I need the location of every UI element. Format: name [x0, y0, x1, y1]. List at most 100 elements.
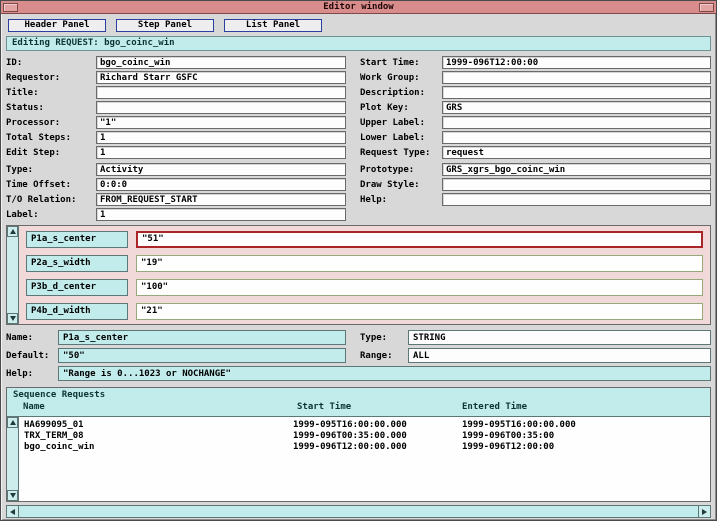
draw-style-label: Draw Style:: [360, 180, 442, 190]
status-field[interactable]: [96, 101, 346, 114]
param-name-p1a[interactable]: P1a_s_center: [26, 231, 128, 248]
step-panel-button[interactable]: Step Panel: [116, 19, 214, 32]
request-form: ID: Requestor: Title: Status: Processor:: [6, 56, 711, 159]
form-row-processor: Processor:: [6, 116, 346, 129]
step-form: Type: Time Offset: T/O Relation: Label:: [6, 163, 711, 221]
form-row-prototype: Prototype:: [360, 163, 711, 176]
title-field[interactable]: [96, 86, 346, 99]
parameter-list-panel: P1a_s_center P2a_s_width P3b_d_center P4…: [6, 225, 711, 325]
scroll-down-icon[interactable]: [7, 490, 18, 501]
form-row-work-group: Work Group:: [360, 71, 711, 84]
title-label: Title:: [6, 88, 96, 98]
form-row-id: ID:: [6, 56, 346, 69]
detail-help-field[interactable]: [58, 366, 711, 381]
form-row-type: Type:: [6, 163, 346, 176]
horizontal-scrollbar[interactable]: [6, 505, 711, 518]
detail-default-field[interactable]: [58, 348, 346, 363]
editing-status-bar: Editing REQUEST: bgo_coinc_win: [6, 36, 711, 51]
draw-style-field[interactable]: [442, 178, 711, 191]
edit-step-field[interactable]: [96, 146, 346, 159]
scroll-up-icon[interactable]: [7, 226, 18, 237]
help-field[interactable]: [442, 193, 711, 206]
to-relation-field[interactable]: [96, 193, 346, 206]
sequence-requests-header: Sequence Requests Name Start Time Entere…: [7, 388, 710, 417]
scroll-down-icon[interactable]: [7, 313, 18, 324]
editor-window: Editor window Header Panel Step Panel Li…: [0, 0, 717, 521]
request-type-label: Request Type:: [360, 148, 442, 158]
step-form-left: Type: Time Offset: T/O Relation: Label:: [6, 163, 346, 221]
form-row-start-time: Start Time:: [360, 56, 711, 69]
requestor-field[interactable]: [96, 71, 346, 84]
param-value-p1a[interactable]: [136, 231, 703, 248]
sequence-start-time: 1999-095T16:00:00.000: [293, 420, 462, 431]
label-label: Label:: [6, 210, 96, 220]
sequence-requests-body: HA699095_01 1999-095T16:00:00.000 1999-0…: [7, 417, 710, 501]
form-row-edit-step: Edit Step:: [6, 146, 346, 159]
type-label: Type:: [6, 165, 96, 175]
work-group-field[interactable]: [442, 71, 711, 84]
time-offset-field[interactable]: [96, 178, 346, 191]
sequence-start-time: 1999-096T12:00:00.000: [293, 442, 462, 453]
id-field[interactable]: [96, 56, 346, 69]
scroll-right-icon[interactable]: [698, 506, 710, 517]
param-row: P4b_d_width: [26, 302, 703, 320]
total-steps-field[interactable]: [96, 131, 346, 144]
form-row-requestor: Requestor:: [6, 71, 346, 84]
scroll-up-icon[interactable]: [7, 417, 18, 428]
scrollbar-track[interactable]: [7, 428, 18, 490]
detail-type-field[interactable]: [408, 330, 711, 345]
param-name-p3b[interactable]: P3b_d_center: [26, 279, 128, 296]
form-row-plot-key: Plot Key:: [360, 101, 711, 114]
description-field[interactable]: [442, 86, 711, 99]
form-row-title: Title:: [6, 86, 346, 99]
titlebar[interactable]: Editor window: [1, 1, 716, 14]
window-title: Editor window: [18, 2, 699, 13]
header-panel-button[interactable]: Header Panel: [8, 19, 106, 32]
label-field[interactable]: [96, 208, 346, 221]
param-row: P3b_d_center: [26, 278, 703, 296]
scrollbar-track[interactable]: [7, 237, 18, 313]
request-type-field[interactable]: [442, 146, 711, 159]
param-value-p2a[interactable]: [136, 255, 703, 272]
plot-key-field[interactable]: [442, 101, 711, 114]
start-time-field[interactable]: [442, 56, 711, 69]
upper-label-field[interactable]: [442, 116, 711, 129]
param-value-p4b[interactable]: [136, 303, 703, 320]
window-menu-button[interactable]: [3, 3, 18, 12]
status-label: Status:: [6, 103, 96, 113]
scrollbar-track[interactable]: [19, 506, 698, 517]
sequence-row-bgo-coinc-win[interactable]: bgo_coinc_win 1999-096T12:00:00.000 1999…: [19, 442, 710, 453]
parameter-rows: P1a_s_center P2a_s_width P3b_d_center P4…: [19, 226, 710, 324]
sequence-row-ha699095[interactable]: HA699095_01 1999-095T16:00:00.000 1999-0…: [19, 420, 710, 431]
processor-field[interactable]: [96, 116, 346, 129]
panel-toolbar: Header Panel Step Panel List Panel: [8, 19, 711, 32]
list-panel-button[interactable]: List Panel: [224, 19, 322, 32]
parameter-detail-panel: Name: Type: Default: Range: Help:: [6, 330, 711, 381]
prototype-field[interactable]: [442, 163, 711, 176]
prototype-label: Prototype:: [360, 165, 442, 175]
detail-name-field[interactable]: [58, 330, 346, 345]
detail-default-label: Default:: [6, 351, 58, 361]
lower-label-field[interactable]: [442, 131, 711, 144]
parameter-scrollbar[interactable]: [7, 226, 19, 324]
plot-key-label: Plot Key:: [360, 103, 442, 113]
param-value-p3b[interactable]: [136, 279, 703, 296]
sequence-scrollbar[interactable]: [7, 417, 19, 501]
help-label: Help:: [360, 195, 442, 205]
sequence-name: TRX_TERM_08: [19, 431, 293, 442]
scroll-left-icon[interactable]: [7, 506, 19, 517]
step-form-right: Prototype: Draw Style: Help:: [360, 163, 711, 221]
upper-label-label: Upper Label:: [360, 118, 442, 128]
form-row-label: Label:: [6, 208, 346, 221]
param-name-p2a[interactable]: P2a_s_width: [26, 255, 128, 272]
param-name-p4b[interactable]: P4b_d_width: [26, 303, 128, 320]
column-header-entered-time: Entered Time: [462, 402, 706, 414]
detail-type-label: Type:: [360, 333, 408, 343]
detail-range-field[interactable]: [408, 348, 711, 363]
type-field[interactable]: [96, 163, 346, 176]
sequence-row-trx-term[interactable]: TRX_TERM_08 1999-096T00:35:00.000 1999-0…: [19, 431, 710, 442]
start-time-label: Start Time:: [360, 58, 442, 68]
window-maximize-button[interactable]: [699, 3, 714, 12]
window-content: Header Panel Step Panel List Panel Editi…: [1, 14, 716, 520]
detail-help-label: Help:: [6, 369, 58, 379]
